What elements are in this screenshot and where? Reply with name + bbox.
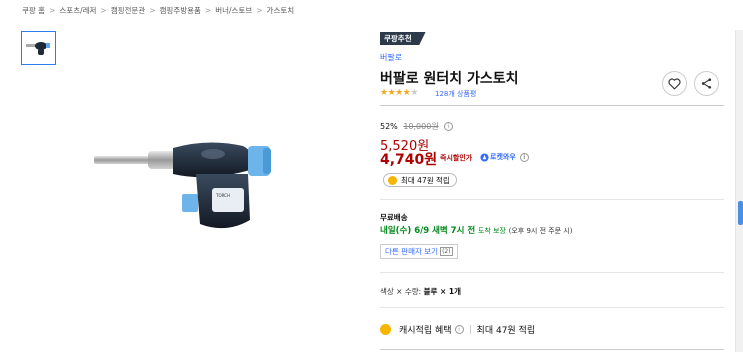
breadcrumb-separator: > — [100, 6, 107, 15]
brand-link[interactable]: 버팔로 — [380, 52, 402, 63]
cash-max-label: 최대 47원 적립 — [476, 326, 536, 336]
breadcrumb-item[interactable]: 캠핑전문관 — [111, 6, 146, 15]
divider — [380, 272, 724, 273]
reward-pill[interactable]: 최대 47원 적립 — [383, 173, 457, 187]
breadcrumb-separator: > — [204, 6, 212, 15]
wishlist-button[interactable] — [662, 71, 687, 96]
breadcrumb-separator: > — [49, 6, 56, 15]
star-empty-icon: ★ — [410, 88, 418, 98]
breadcrumb-item[interactable]: 스포츠/레저 — [59, 6, 96, 15]
gas-torch-product-image: TORCH — [94, 142, 271, 229]
coin-icon — [380, 324, 391, 335]
scrollbar-track[interactable] — [735, 30, 743, 352]
info-icon[interactable]: i — [519, 152, 529, 162]
option-value: 블루 × 1개 — [423, 287, 462, 296]
breadcrumb-item[interactable]: 버너/스토브 — [215, 6, 252, 15]
cash-reward-row: 캐시적립 혜택 i 최대 47원 적립 — [380, 323, 535, 336]
cash-reward-label: 캐시적립 혜택 — [399, 326, 452, 336]
recommend-badge: 쿠팡추천 — [380, 32, 426, 45]
delivery-date: 내일(수) 6/9 새벽 7시 전 — [380, 226, 476, 236]
rocket-wow-label: 로켓와우 i — [480, 152, 529, 162]
other-sellers-count: (2) — [440, 247, 453, 256]
delivery-guarantee: 도착 보장 — [477, 227, 506, 235]
divider — [380, 199, 724, 200]
instant-discount-price: 4,740원 — [380, 152, 438, 168]
option-prefix: 색상 × 수량: — [380, 287, 422, 296]
breadcrumb-home[interactable]: 쿠팡 홈 — [22, 6, 45, 15]
shipping-title: 무료배송 — [380, 213, 408, 222]
divider — [380, 105, 724, 106]
breadcrumb-item[interactable]: 가스토치 — [267, 6, 295, 15]
breadcrumb-item[interactable]: 캠핑주방용품 — [160, 6, 201, 15]
breadcrumb: 쿠팡 홈 > 스포츠/레저 > 캠핑전문관 > 캠핑주방용품 > 버너/스토브 > 가스토치 — [22, 5, 294, 16]
coin-icon — [388, 175, 397, 185]
rocket-icon — [480, 152, 489, 162]
star-icon: ★ — [380, 88, 388, 98]
product-thumbnail[interactable] — [21, 31, 56, 65]
gas-torch-thumbnail-image — [26, 42, 50, 55]
product-info-panel: 쿠팡추천 버팔로 버팔로 원터치 가스토치 ★★★★★ 128개 상품평 52%… — [380, 0, 725, 352]
order-cutoff-note: (오후 9시 전 주문 시) — [508, 227, 573, 235]
divider — [469, 325, 471, 334]
scrollbar-thumb[interactable] — [738, 201, 743, 225]
svg-text:TORCH: TORCH — [215, 193, 230, 198]
shipping-info: 내일(수) 6/9 새벽 7시 전 도착 보장 (오후 9시 전 주문 시) — [380, 224, 573, 236]
other-sellers-label: 다른 판매자 보기 — [385, 247, 439, 256]
info-icon[interactable]: i — [454, 325, 464, 334]
original-price: 10,000원 — [403, 122, 439, 131]
share-icon — [701, 78, 712, 89]
instant-discount-label: 즉시할인가 — [440, 154, 473, 162]
divider — [380, 349, 724, 350]
divider — [380, 307, 724, 308]
discount-row: 52% 10,000원 i — [380, 121, 454, 132]
breadcrumb-separator: > — [149, 6, 156, 15]
selected-option: 색상 × 수량: 블루 × 1개 — [380, 286, 461, 297]
discount-rate: 52% — [380, 122, 398, 131]
reward-pill-label: 최대 47원 적립 — [401, 175, 450, 185]
star-icon: ★ — [395, 88, 403, 98]
product-title: 버팔로 원터치 가스토치 — [380, 71, 519, 87]
breadcrumb-separator: > — [256, 6, 263, 15]
heart-icon — [668, 77, 681, 89]
rocket-wow-text: 로켓와우 — [490, 153, 516, 161]
other-sellers-button[interactable]: 다른 판매자 보기 (2) — [380, 244, 458, 259]
rating-stars[interactable]: ★★★★★ — [380, 88, 418, 98]
info-icon[interactable]: i — [444, 122, 454, 131]
share-button[interactable] — [694, 71, 719, 96]
review-count-link[interactable]: 128개 상품평 — [435, 89, 476, 99]
